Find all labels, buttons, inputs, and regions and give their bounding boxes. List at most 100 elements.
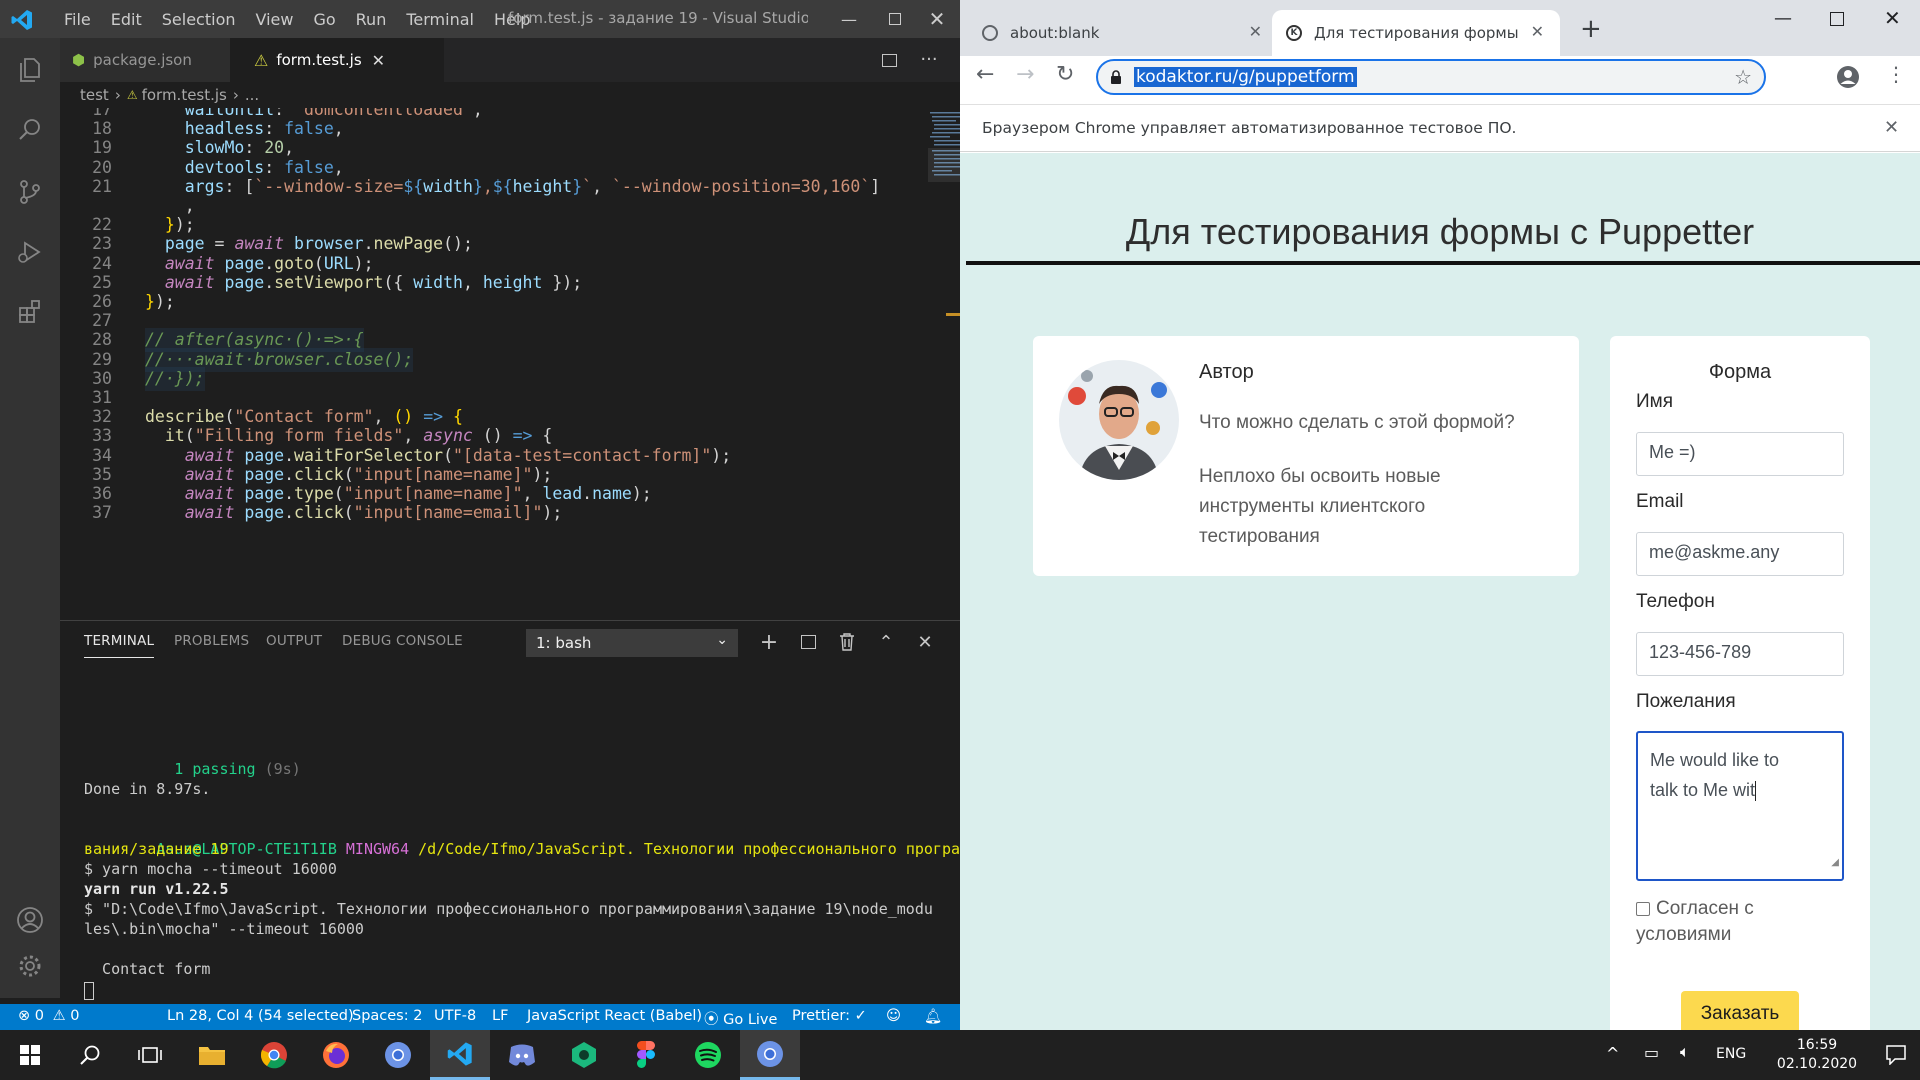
tab-output[interactable]: OUTPUT [266,633,322,649]
feedback-icon[interactable]: ☺ [886,1008,901,1024]
files-icon [20,58,40,82]
search-icon [80,1045,100,1065]
forward-button[interactable]: → [1016,62,1034,87]
close-panel-button[interactable]: ✕ [912,629,938,655]
tab-close-icon[interactable]: ✕ [1249,22,1262,41]
profile-icon[interactable] [1836,65,1860,89]
address-bar[interactable]: kodaktor.ru/g/puppetform ☆ [1096,59,1766,95]
chrome-maximize-button[interactable] [1830,12,1844,26]
menu-selection[interactable]: Selection [152,10,246,29]
tab-debug-console[interactable]: DEBUG CONSOLE [342,633,463,649]
taskbar-figma[interactable] [616,1030,676,1080]
accounts-button[interactable] [12,902,48,938]
menu-file[interactable]: File [54,10,101,29]
breadcrumb-folder[interactable]: test [80,86,109,104]
line-number: 37 [92,503,112,523]
encoding[interactable]: UTF-8 [434,1008,476,1024]
chrome-menu-button[interactable]: ⋮ [1886,62,1906,86]
extensions-button[interactable] [12,294,48,330]
clock[interactable]: 16:59 02.10.2020 [1762,1036,1872,1074]
author-card: Автор Что можно сделать с этой формой? Н… [1033,336,1579,576]
explorer-button[interactable] [12,52,48,88]
menu-run[interactable]: Run [346,10,397,29]
editor-tabs: ⬢ package.json ⚠ form.test.js ✕ ··· [60,38,960,82]
bottom-panel: TERMINAL PROBLEMS OUTPUT DEBUG CONSOLE 1… [60,620,960,1004]
split-terminal-button[interactable] [795,629,821,655]
phone-input[interactable]: 123-456-789 [1636,632,1844,676]
kill-terminal-button[interactable] [834,629,860,655]
taskbar-discord[interactable] [492,1030,552,1080]
submit-button[interactable]: Заказать [1681,991,1799,1030]
taskbar-explorer[interactable] [182,1030,242,1080]
new-tab-button[interactable]: + [1580,14,1602,44]
resize-grip-icon[interactable]: ◢ [1831,848,1839,878]
tab-close-icon[interactable]: ✕ [372,51,385,70]
manage-button[interactable] [12,948,48,984]
vscode-close-button[interactable]: ✕ [914,0,960,38]
tab-problems[interactable]: PROBLEMS [174,633,249,649]
taskbar-spotify[interactable] [678,1030,738,1080]
cursor-position[interactable]: Ln 28, Col 4 (54 selected) [167,1008,354,1024]
problems-status[interactable]: ⊗ 0 ⚠ 0 [18,1008,79,1024]
input-language[interactable]: ENG [1716,1046,1746,1062]
bell-icon[interactable]: 🔔︎ [924,1008,942,1025]
tab-terminal[interactable]: TERMINAL [84,633,155,658]
task-view-button[interactable] [120,1030,180,1080]
taskbar-firefox[interactable] [306,1030,366,1080]
search-button[interactable] [12,112,48,148]
indentation[interactable]: Spaces: 2 [352,1008,422,1024]
wishes-textarea[interactable]: Me would like to talk to Me wit ◢ [1636,731,1844,881]
chevron-right-icon: › [114,86,121,104]
chrome-tab-puppetform[interactable]: K Для тестирования формы с Pup ✕ [1272,10,1560,56]
broadcast-icon: ⦿ [704,1012,719,1028]
menu-view[interactable]: View [246,10,304,29]
terminal-select[interactable]: 1: bash ⌄ [526,629,738,657]
taskbar-chrome-automation[interactable] [740,1030,800,1080]
split-editor-button[interactable] [876,47,902,73]
new-terminal-button[interactable]: + [756,629,782,655]
email-input[interactable]: me@askme.any [1636,532,1844,576]
start-button[interactable] [0,1030,60,1080]
taskbar-gitkraken[interactable] [554,1030,614,1080]
infobar-close-icon[interactable]: ✕ [1884,117,1899,138]
go-live-button[interactable]: ⦿ Go Live [704,1008,777,1029]
agree-line: условиями [1636,924,1732,945]
taskbar-vscode[interactable] [430,1030,490,1080]
source-control-button[interactable] [12,174,48,210]
tab-form-test-js[interactable]: ⚠ form.test.js ✕ [230,38,444,82]
taskbar-chrome[interactable] [244,1030,304,1080]
star-icon[interactable]: ☆ [1734,65,1752,89]
chrome-tab-about-blank[interactable]: about:blank ✕ [968,10,1278,56]
code-editor[interactable]: 17 waitUntil: "domcontentloaded", 18 head… [60,108,960,618]
chrome-close-button[interactable]: ✕ [1884,6,1901,30]
vscode-maximize-button[interactable] [872,0,918,38]
minimap[interactable] [928,108,960,208]
reload-button[interactable]: ↻ [1056,62,1074,87]
menu-terminal[interactable]: Terminal [396,10,484,29]
language-mode[interactable]: JavaScript React (Babel) [527,1008,702,1024]
maximize-panel-button[interactable]: ⌃ [873,629,899,655]
taskbar-search-button[interactable] [60,1030,120,1080]
menu-go[interactable]: Go [303,10,345,29]
terminal-line: Contact form [84,960,211,978]
name-input[interactable]: Me =) [1636,432,1844,476]
breadcrumb-more[interactable]: ... [245,86,259,104]
tab-package-json[interactable]: ⬢ package.json [60,38,230,82]
back-button[interactable]: ← [976,62,994,87]
volume-icon[interactable]: 🔈︎ [1680,1042,1690,1062]
terminal-output[interactable]: 1 passing (9s) Done in 8.97s. Asus@LAPTO… [84,665,960,1005]
taskbar-chromium[interactable] [368,1030,428,1080]
vscode-minimize-button[interactable]: — [826,0,872,38]
breadcrumb-file[interactable]: form.test.js [142,86,227,104]
tab-close-icon[interactable]: ✕ [1531,22,1544,41]
prettier-status[interactable]: Prettier: ✓ [792,1008,867,1024]
prompt-env: MINGW64 [345,840,410,858]
chrome-minimize-button[interactable]: — [1774,8,1792,29]
menu-edit[interactable]: Edit [101,10,152,29]
notification-icon[interactable] [1886,1045,1906,1065]
run-debug-button[interactable] [12,234,48,270]
chevron-up-icon[interactable]: ^ [1606,1044,1619,1063]
end-of-line[interactable]: LF [492,1008,508,1024]
more-actions-button[interactable]: ··· [916,46,942,72]
battery-icon[interactable]: ▭ [1644,1043,1659,1062]
